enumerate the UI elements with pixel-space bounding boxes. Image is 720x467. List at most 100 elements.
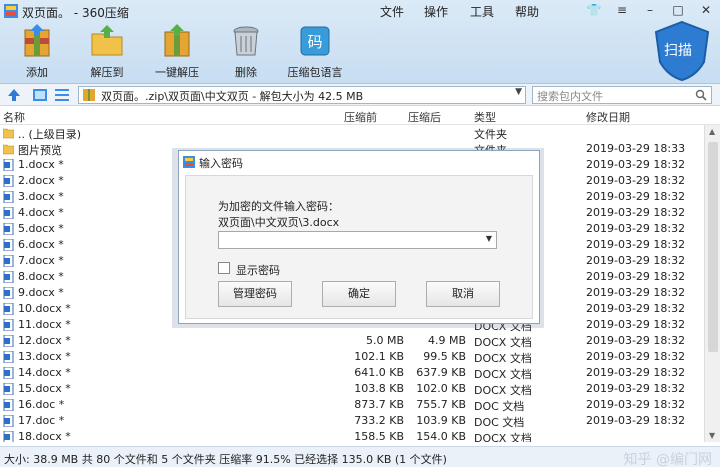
- file-type: 文件夹: [474, 128, 507, 141]
- up-arrow-icon[interactable]: [6, 87, 22, 103]
- password-input[interactable]: ▼: [218, 231, 497, 249]
- show-password-label[interactable]: 显示密码: [236, 262, 280, 278]
- modified-date: 2019-03-29 18:33: [586, 142, 686, 155]
- document-icon: [3, 351, 14, 363]
- file-row[interactable]: 14.docx * 641.0 KB 637.9 KB DOCX 文档 2019-03-…: [0, 365, 704, 381]
- scan-label: 扫描: [664, 43, 692, 59]
- delete-button[interactable]: 删除: [214, 24, 278, 80]
- menu-tools[interactable]: 工具: [470, 3, 494, 20]
- svg-text:码: 码: [307, 33, 322, 51]
- scroll-up-icon[interactable]: ▲: [709, 127, 715, 136]
- app-logo-icon: [4, 4, 18, 18]
- address-dropdown-icon[interactable]: ▼: [515, 87, 522, 97]
- document-icon: [3, 303, 14, 315]
- document-icon: [3, 383, 14, 395]
- one-click-extract-button[interactable]: 一键解压: [145, 24, 209, 80]
- show-password-checkbox[interactable]: [218, 262, 230, 274]
- close-icon[interactable]: ✕: [692, 0, 720, 20]
- password-dropdown-icon[interactable]: ▼: [486, 234, 492, 243]
- status-text: 大小: 38.9 MB 共 80 个文件和 5 个文件夹 压缩率 91.5% 已…: [4, 453, 447, 466]
- maximize-icon[interactable]: □: [664, 0, 692, 20]
- file-row[interactable]: 13.docx * 102.1 KB 99.5 KB DOCX 文档 2019-03-2…: [0, 349, 704, 365]
- archive-language-button[interactable]: 码 压缩包语言: [283, 24, 347, 80]
- encoding-icon: 码: [300, 26, 330, 56]
- password-dialog: 输入密码 为加密的文件输入密码： 双页面\中文双页\3.docx ▼ 显示密码 …: [178, 150, 540, 324]
- file-name: 15.docx *: [18, 382, 71, 395]
- address-bar-area: 双页面。.zip\双页面\中文双页 - 解包大小为 42.5 MB ▼ 搜索包内…: [0, 84, 720, 106]
- file-type: DOCX 文档: [474, 368, 532, 381]
- col-original[interactable]: 压缩后: [408, 109, 441, 125]
- document-icon: [3, 399, 14, 411]
- compressed-size: 103.8 KB: [354, 382, 404, 395]
- document-icon: [3, 223, 14, 235]
- list-header: 名称 压缩前 压缩后 类型 修改日期: [0, 107, 720, 125]
- col-type[interactable]: 类型: [474, 109, 496, 125]
- col-name[interactable]: 名称: [3, 109, 25, 125]
- manage-password-button[interactable]: 管理密码: [218, 281, 292, 307]
- modified-date: 2019-03-29 18:32: [586, 318, 686, 331]
- menu-icon[interactable]: ≡: [608, 0, 636, 20]
- search-icon[interactable]: [695, 89, 707, 101]
- file-type: DOCX 文档: [474, 336, 532, 349]
- address-field[interactable]: 双页面。.zip\双页面\中文双页 - 解包大小为 42.5 MB ▼: [78, 86, 526, 104]
- dialog-body: 为加密的文件输入密码： 双页面\中文双页\3.docx ▼ 显示密码 管理密码 …: [185, 175, 533, 319]
- file-row[interactable]: .. (上级目录) 文件夹: [0, 125, 704, 141]
- file-type: DOCX 文档: [474, 384, 532, 397]
- file-row[interactable]: 18.docx * 158.5 KB 154.0 KB DOCX 文档: [0, 429, 704, 442]
- delete-label: 删除: [235, 66, 257, 79]
- compressed-size: 5.0 MB: [365, 334, 404, 347]
- document-icon: [3, 175, 14, 187]
- compressed-size: 102.1 KB: [354, 350, 404, 363]
- search-input[interactable]: 搜索包内文件: [532, 86, 712, 104]
- modified-date: 2019-03-29 18:32: [586, 270, 686, 283]
- menu-help[interactable]: 帮助: [515, 3, 539, 20]
- file-row[interactable]: 17.doc * 733.2 KB 103.9 KB DOC 文档 2019-03-29…: [0, 413, 704, 429]
- minimize-icon[interactable]: –: [636, 0, 664, 20]
- file-name: 5.docx *: [18, 222, 64, 235]
- file-name: 14.docx *: [18, 366, 71, 379]
- compressed-size: 733.2 KB: [354, 414, 404, 427]
- scroll-thumb[interactable]: [708, 142, 718, 352]
- list-view-icon[interactable]: [54, 87, 70, 103]
- extract-to-button[interactable]: 解压到: [75, 24, 139, 80]
- file-name: 17.doc *: [18, 414, 65, 427]
- file-name: 10.docx *: [18, 302, 71, 315]
- col-compressed[interactable]: 压缩前: [344, 109, 377, 125]
- scan-button[interactable]: 扫描: [652, 20, 712, 82]
- skin-icon[interactable]: 👕: [580, 0, 608, 20]
- file-name: 11.docx *: [18, 318, 71, 331]
- file-row[interactable]: 12.docx * 5.0 MB 4.9 MB DOCX 文档 2019-03-29 1…: [0, 333, 704, 349]
- search-placeholder: 搜索包内文件: [537, 90, 603, 103]
- window-title: 双页面。 - 360压缩: [22, 6, 129, 20]
- modified-date: 2019-03-29 18:32: [586, 350, 686, 363]
- ok-button[interactable]: 确定: [322, 281, 396, 307]
- add-button[interactable]: 添加: [5, 24, 69, 80]
- thumbnail-view-icon[interactable]: [32, 87, 48, 103]
- modified-date: 2019-03-29 18:32: [586, 382, 686, 395]
- address-path: 双页面。.zip\双页面\中文双页 - 解包大小为 42.5 MB: [101, 90, 364, 103]
- file-name: 图片预览: [18, 144, 62, 157]
- file-row[interactable]: 15.docx * 103.8 KB 102.0 KB DOCX 文档 2019-03-…: [0, 381, 704, 397]
- cancel-button[interactable]: 取消: [426, 281, 500, 307]
- dialog-title-bar[interactable]: 输入密码: [179, 151, 539, 173]
- file-name: 13.docx *: [18, 350, 71, 363]
- modified-date: 2019-03-29 18:32: [586, 222, 686, 235]
- modified-date: 2019-03-29 18:32: [586, 334, 686, 347]
- document-icon: [3, 335, 14, 347]
- col-modified[interactable]: 修改日期: [586, 109, 630, 125]
- archive-language-label: 压缩包语言: [287, 66, 343, 79]
- file-type: DOC 文档: [474, 416, 525, 429]
- modified-date: 2019-03-29 18:32: [586, 206, 686, 219]
- modified-date: 2019-03-29 18:32: [586, 174, 686, 187]
- document-icon: [3, 191, 14, 203]
- one-click-extract-icon: [164, 24, 190, 57]
- file-row[interactable]: 16.doc * 873.7 KB 755.7 KB DOC 文档 2019-03-29…: [0, 397, 704, 413]
- compressed-size: 641.0 KB: [354, 366, 404, 379]
- one-click-extract-label: 一键解压: [155, 66, 199, 79]
- menu-file[interactable]: 文件: [380, 3, 404, 20]
- menu-operate[interactable]: 操作: [424, 3, 448, 20]
- vertical-scrollbar[interactable]: ▲ ▼: [704, 125, 720, 442]
- status-bar: 大小: 38.9 MB 共 80 个文件和 5 个文件夹 压缩率 91.5% 已…: [0, 446, 720, 467]
- modified-date: 2019-03-29 18:32: [586, 366, 686, 379]
- scroll-down-icon[interactable]: ▼: [709, 431, 715, 440]
